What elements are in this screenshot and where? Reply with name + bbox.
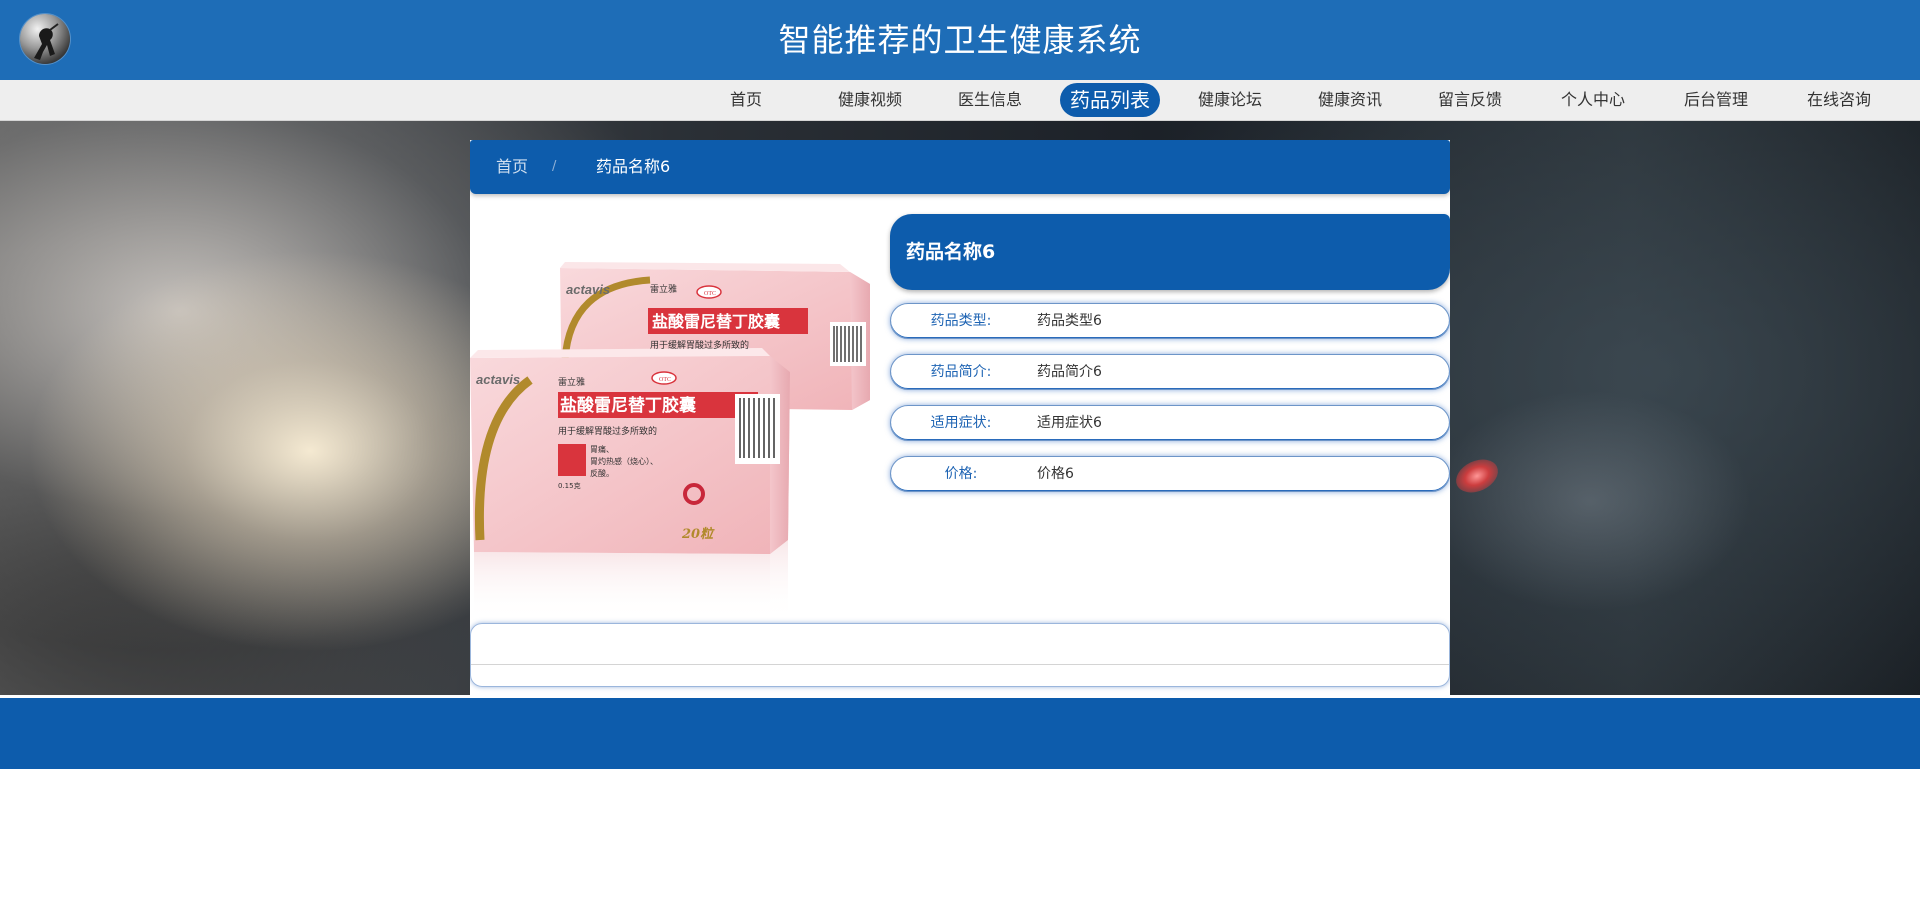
front-box-usage: 用于缓解胃酸过多所致的 [558,425,657,437]
background-light-spot [1450,453,1504,499]
info-row-symptoms: 适用症状: 适用症状6 [890,405,1450,441]
front-box-brand: actavis [476,372,520,387]
info-row-drug-summary: 药品简介: 药品简介6 [890,354,1450,390]
drug-type-value: 药品类型6 [1037,313,1102,329]
nav-item-doctor-info[interactable]: 医生信息 [950,82,1030,118]
front-box-title: 盐酸雷尼替丁胶囊 [560,395,696,416]
site-header: 智能推荐的卫生健康系统 [0,0,1920,80]
drug-summary-value: 药品简介6 [1037,364,1102,380]
front-box-dose: 0.15克 [558,482,581,490]
front-box-count: 20粒 [681,526,715,542]
symptoms-value: 适用症状6 [1037,415,1102,431]
drug-name-banner: 药品名称6 [890,214,1450,290]
detail-content-box [470,623,1450,687]
site-footer [0,698,1920,769]
breadcrumb-separator: / [552,159,557,174]
front-box-symptom-3: 反酸。 [590,468,614,478]
price-label: 价格: [944,466,978,482]
price-value: 价格6 [1037,466,1074,482]
back-box-usage: 用于缓解胃酸过多所致的 [650,339,749,351]
front-box-symptom-1: 胃痛、 [590,444,614,454]
site-title: 智能推荐的卫生健康系统 [778,21,1142,59]
nav-item-home[interactable]: 首页 [722,82,770,118]
nav-item-drug-list[interactable]: 药品列表 [1060,83,1160,117]
back-box-title: 盐酸雷尼替丁胶囊 [652,312,781,331]
nav-item-online-consult[interactable]: 在线咨询 [1799,82,1879,118]
nav-item-health-news[interactable]: 健康资讯 [1310,82,1390,118]
drug-type-label: 药品类型: [930,313,992,329]
nav-item-health-forum[interactable]: 健康论坛 [1190,82,1270,118]
back-box-brand-cn: 雷立雅 [650,283,677,295]
drug-box-illustration: actavis 雷立雅 盐酸雷尼替丁胶囊 用于缓解胃酸过多所致的 OTC act… [470,262,870,620]
front-box-symptom-2: 胃灼热感（烧心）、 [590,456,658,466]
nav-item-admin[interactable]: 后台管理 [1676,82,1756,118]
breadcrumb-current: 药品名称6 [596,157,671,176]
symptoms-label: 适用症状: [930,415,992,431]
front-box-brand-cn: 雷立雅 [558,376,585,388]
nav-item-health-video[interactable]: 健康视频 [830,82,910,118]
back-box-brand: actavis [566,282,610,297]
breadcrumb: 首页 / 药品名称6 [470,140,1450,194]
drug-name-title: 药品名称6 [906,241,996,263]
drug-summary-label: 药品简介: [930,364,992,380]
back-box-otc: OTC [704,291,716,297]
drug-detail-card: 首页 / 药品名称6 actavis 雷立雅 盐酸雷尼替丁胶囊 用于缓解胃酸过多… [470,140,1450,695]
main-nav: 首页 健康视频 医生信息 药品列表 健康论坛 健康资讯 留言反馈 个人中心 后台… [0,80,1920,121]
product-image: actavis 雷立雅 盐酸雷尼替丁胶囊 用于缓解胃酸过多所致的 OTC act… [470,210,870,620]
nav-item-feedback[interactable]: 留言反馈 [1430,82,1510,118]
info-row-drug-type: 药品类型: 药品类型6 [890,303,1450,339]
info-row-price: 价格: 价格6 [890,456,1450,492]
breadcrumb-home-link[interactable]: 首页 [496,140,528,194]
nav-item-user-center[interactable]: 个人中心 [1553,82,1633,118]
content-divider [471,664,1449,665]
front-box-otc: OTC [659,377,671,383]
